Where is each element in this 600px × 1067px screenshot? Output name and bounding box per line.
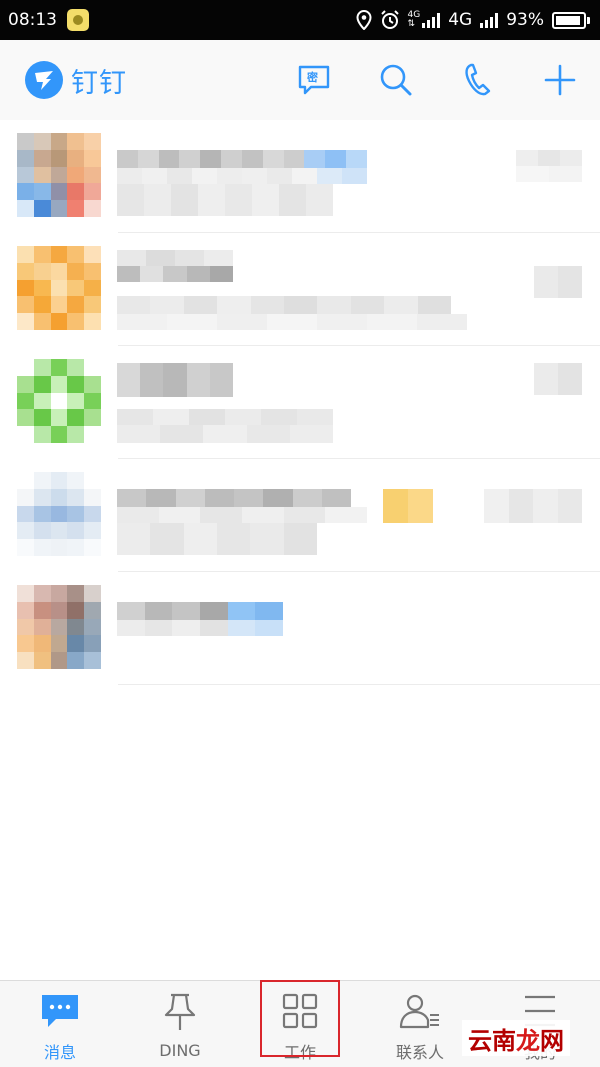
conversation-item[interactable] [0,572,600,685]
avatar [17,246,101,330]
conversation-list [0,120,600,685]
dingtalk-logo-icon [25,61,63,99]
signal-icon: 4G ⇅ [408,11,441,29]
tab-work[interactable]: 工作 [240,981,360,1067]
conversation-item[interactable] [0,120,600,233]
grid-icon [282,993,318,1033]
tab-label: 联系人 [395,1043,444,1062]
pin-icon [163,993,197,1035]
brand: 钉钉 [25,61,127,100]
tab-ding[interactable]: DING [120,981,240,1067]
conversation-item[interactable] [0,459,600,572]
network-type: 4G [448,10,473,30]
site-watermark: 云南龙网 [462,1020,570,1056]
app-name: 钉钉 [71,67,127,99]
phone-icon[interactable] [460,62,496,98]
contacts-icon [399,993,441,1033]
message-icon [40,993,80,1033]
list-divider [118,684,600,685]
avatar [17,585,101,669]
alarm-icon [380,10,400,30]
search-icon[interactable] [378,62,414,98]
app-header: 钉钉 密 [0,40,600,120]
tab-messages[interactable]: 消息 [0,981,120,1067]
tab-label: DING [159,1041,201,1060]
avatar [17,133,101,217]
app-notification-icon [67,9,89,31]
status-time: 08:13 [8,10,57,30]
secret-chat-icon[interactable]: 密 [296,62,332,98]
avatar [17,472,101,556]
tab-label: 工作 [283,1043,316,1062]
add-icon[interactable] [542,62,578,98]
location-icon [355,10,372,30]
status-bar: 08:13 4G ⇅ 4G 93% [0,0,600,40]
battery-icon [552,11,590,29]
conversation-item[interactable] [0,233,600,346]
avatar [17,359,101,443]
battery-percent: 93% [506,10,544,30]
signal-bars-icon [480,12,499,28]
conversation-item[interactable] [0,346,600,459]
tab-label: 消息 [43,1043,76,1062]
secret-chat-label: 密 [307,71,318,84]
